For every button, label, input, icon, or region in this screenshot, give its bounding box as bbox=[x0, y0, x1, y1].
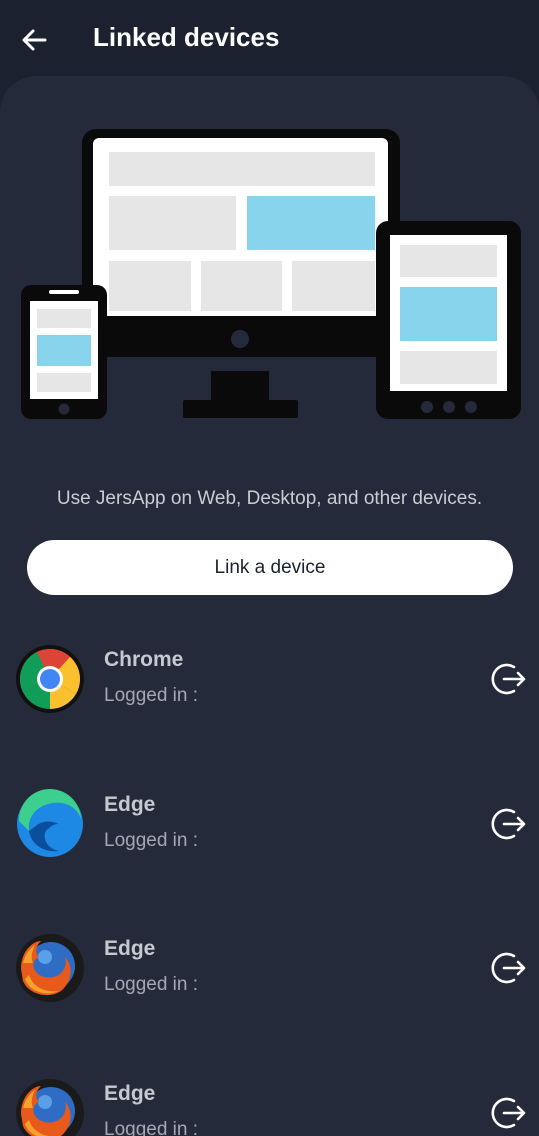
device-name: Edge bbox=[104, 793, 156, 816]
device-name: Chrome bbox=[104, 648, 184, 671]
monitor-illustration bbox=[82, 129, 400, 418]
back-button[interactable] bbox=[14, 20, 54, 60]
logout-icon[interactable] bbox=[490, 660, 528, 698]
chrome-icon bbox=[16, 645, 84, 713]
firefox-icon bbox=[16, 1079, 84, 1136]
device-status: Logged in : bbox=[104, 685, 199, 706]
logout-icon[interactable] bbox=[490, 949, 528, 987]
page-title: Linked devices bbox=[93, 22, 280, 52]
tablet-illustration bbox=[376, 221, 521, 419]
link-device-button[interactable]: Link a device bbox=[27, 540, 513, 595]
device-item[interactable]: Chrome Logged in : bbox=[0, 638, 539, 748]
logout-icon[interactable] bbox=[490, 1094, 528, 1132]
logout-icon[interactable] bbox=[490, 805, 528, 843]
device-item[interactable]: Edge Logged in : bbox=[0, 927, 539, 1037]
device-item[interactable]: Edge Logged in : bbox=[0, 783, 539, 893]
device-name: Edge bbox=[104, 1082, 156, 1105]
edge-icon bbox=[17, 789, 83, 857]
device-status: Logged in : bbox=[104, 830, 199, 851]
link-description: Use JersApp on Web, Desktop, and other d… bbox=[56, 488, 483, 509]
firefox-icon bbox=[16, 934, 84, 1002]
device-name: Edge bbox=[104, 937, 156, 960]
phone-illustration bbox=[21, 285, 107, 419]
linked-devices-panel: Use JersApp on Web, Desktop, and other d… bbox=[0, 76, 539, 1136]
app-bar: Linked devices bbox=[0, 0, 539, 78]
device-status: Logged in : bbox=[104, 974, 199, 995]
devices-illustration bbox=[21, 129, 521, 419]
arrow-left-icon bbox=[22, 29, 47, 51]
device-item[interactable]: Edge Logged in : bbox=[0, 1072, 539, 1136]
